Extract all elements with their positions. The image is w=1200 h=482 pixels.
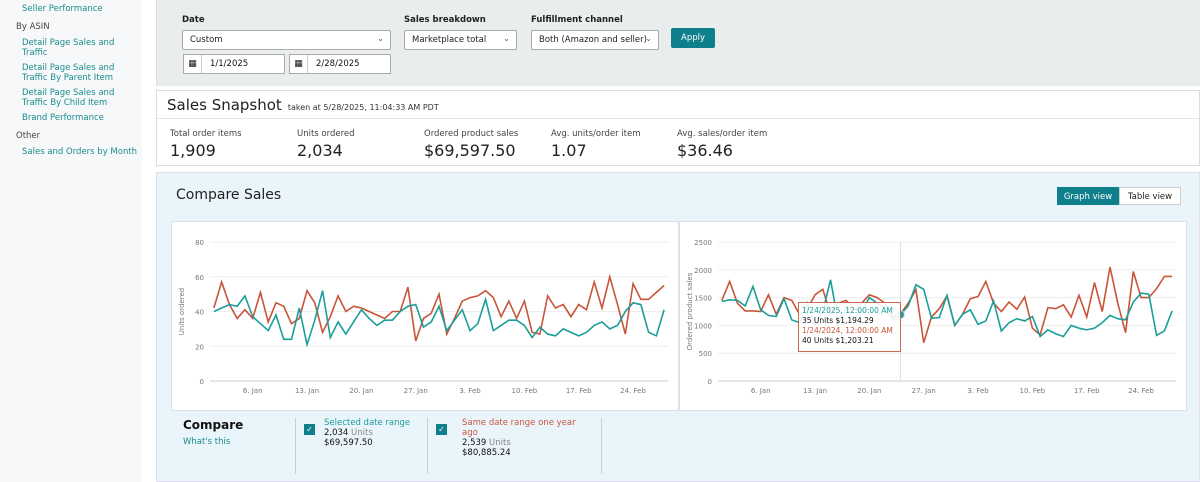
y-tick-label: 20	[195, 343, 204, 351]
sidebar-item-seller-performance[interactable]: Seller Performance	[0, 4, 142, 14]
y-tick-label: 2000	[694, 267, 712, 275]
y-tick-label: 500	[699, 350, 712, 358]
sidebar-item-detail-page-sales[interactable]: Detail Page Sales and Traffic	[0, 38, 142, 58]
x-tick-label: 24. Feb	[1128, 387, 1154, 395]
y-tick-label: 60	[195, 274, 204, 282]
compare-legend: Compare What's this	[183, 418, 243, 447]
compare-sales-title: Compare Sales	[176, 187, 282, 203]
tooltip-current-date: 1/24/2025, 12:00:00 AM	[802, 306, 893, 315]
sales-breakdown-value: Marketplace total	[412, 35, 487, 45]
series-line-current	[213, 290, 665, 348]
fulfillment-value: Both (Amazon and seller)	[539, 35, 647, 45]
sidebar-group-other: Other	[16, 131, 41, 141]
y-axis-label: Ordered product sales	[686, 272, 694, 350]
metric-avg-sales: Avg. sales/order item $36.46	[677, 129, 768, 160]
x-tick-label: 20. Jan	[857, 387, 881, 395]
date-range-select[interactable]: Custom ⌄	[182, 30, 391, 50]
selected-range-checkbox[interactable]: ✓	[304, 424, 315, 435]
series-line-current	[721, 279, 1173, 338]
snapshot-timestamp: taken at 5/28/2025, 11:04:33 AM PDT	[287, 103, 439, 112]
compare-sales-panel: Compare Sales Graph view Table view 0 20 4…	[156, 172, 1200, 482]
y-tick-label: 1500	[694, 295, 712, 303]
y-tick-label: 2500	[694, 239, 712, 247]
metric-total-order-items: Total order items 1,909	[170, 129, 242, 160]
x-tick-label: 6. Jan	[243, 387, 263, 395]
y-tick-label: 40	[195, 309, 204, 317]
chevron-down-icon: ⌄	[503, 34, 510, 43]
sales-snapshot: Sales Snapshot taken at 5/28/2025, 11:04:…	[156, 90, 1200, 166]
x-tick-label: 24. Feb	[620, 387, 646, 395]
tooltip-current-values: 35 Units $1,194.29	[802, 316, 874, 325]
y-axis-label: Units ordered	[178, 288, 186, 335]
x-tick-label: 20. Jan	[349, 387, 373, 395]
x-tick-label: 17. Feb	[1074, 387, 1100, 395]
metric-avg-units: Avg. units/order item 1.07	[551, 129, 641, 160]
sidebar-item-detail-page-child[interactable]: Detail Page Sales and Traffic By Child I…	[0, 88, 142, 108]
table-view-button[interactable]: Table view	[1119, 187, 1181, 205]
tooltip-prior-date: 1/24/2024, 12:00:00 AM	[802, 326, 893, 335]
x-tick-label: 13. Jan	[295, 387, 319, 395]
x-tick-label: 3. Feb	[459, 387, 481, 395]
graph-view-button[interactable]: Graph view	[1057, 187, 1119, 205]
y-tick-label: 0	[200, 378, 204, 386]
x-tick-label: 27. Jan	[912, 387, 936, 395]
chevron-down-icon: ⌄	[645, 34, 652, 43]
compare-label: Compare	[183, 418, 244, 432]
metric-ordered-product-sales: Ordered product sales $69,597.50	[424, 129, 519, 160]
filter-bar: Date Custom ⌄ ▦ 1/1/2025 ▦ 2/28/2025 Sales …	[156, 0, 1200, 86]
chevron-down-icon: ⌄	[377, 34, 384, 43]
prior-range-option: ✓ Same date range one year ago 2,539 Uni…	[427, 418, 602, 474]
apply-button[interactable]: Apply	[671, 28, 715, 48]
prior-range-checkbox[interactable]: ✓	[436, 424, 447, 435]
start-date-value: 1/1/2025	[210, 59, 249, 69]
sales-breakdown-select[interactable]: Marketplace total ⌄	[404, 30, 517, 50]
x-tick-label: 10. Feb	[1020, 387, 1046, 395]
date-range-value: Custom	[190, 35, 223, 45]
chart-tooltip: 1/24/2025, 12:00:00 AM 35 Units $1,194.2…	[798, 302, 901, 352]
fulfillment-label: Fulfillment channel	[531, 15, 623, 25]
tooltip-prior-values: 40 Units $1,203.21	[802, 336, 874, 345]
units-chart: 0 20 40 60 80 6. Jan 13. Jan 20. Jan 27. Jan 3. F…	[171, 221, 679, 411]
x-tick-label: 27. Jan	[404, 387, 428, 395]
y-tick-label: 80	[195, 239, 204, 247]
calendar-icon: ▦	[184, 55, 202, 73]
sidebar-item-sales-orders-month[interactable]: Sales and Orders by Month	[0, 147, 142, 157]
end-date-input[interactable]: ▦ 2/28/2025	[289, 54, 391, 74]
sidebar-group-by-asin: By ASIN	[16, 22, 50, 32]
y-tick-label: 1000	[694, 322, 712, 330]
end-date-value: 2/28/2025	[316, 59, 360, 69]
sidebar: Seller Performance By ASIN Detail Page S…	[0, 0, 142, 482]
x-tick-label: 6. Jan	[751, 387, 771, 395]
y-tick-label: 0	[708, 378, 712, 386]
series-line-prior	[721, 266, 1173, 343]
calendar-icon: ▦	[290, 55, 308, 73]
x-tick-label: 10. Feb	[512, 387, 538, 395]
x-tick-label: 17. Feb	[566, 387, 592, 395]
date-label: Date	[182, 15, 205, 25]
whats-this-link[interactable]: What's this	[183, 437, 243, 447]
sidebar-item-detail-page-parent[interactable]: Detail Page Sales and Traffic By Parent …	[0, 63, 142, 83]
selected-range-option: ✓ Selected date range 2,034 Units $69,59…	[295, 418, 410, 474]
sales-breakdown-label: Sales breakdown	[404, 15, 486, 25]
sales-chart: 0 500 1000 1500 2000 2500 6. Jan 13. Jan 20. Jan…	[679, 221, 1187, 411]
x-tick-label: 13. Jan	[803, 387, 827, 395]
start-date-input[interactable]: ▦ 1/1/2025	[183, 54, 285, 74]
x-tick-label: 3. Feb	[967, 387, 989, 395]
snapshot-title: Sales Snapshot	[167, 96, 282, 114]
sidebar-item-brand-performance[interactable]: Brand Performance	[0, 113, 142, 123]
fulfillment-select[interactable]: Both (Amazon and seller) ⌄	[531, 30, 659, 50]
metric-units-ordered: Units ordered 2,034	[297, 129, 355, 160]
